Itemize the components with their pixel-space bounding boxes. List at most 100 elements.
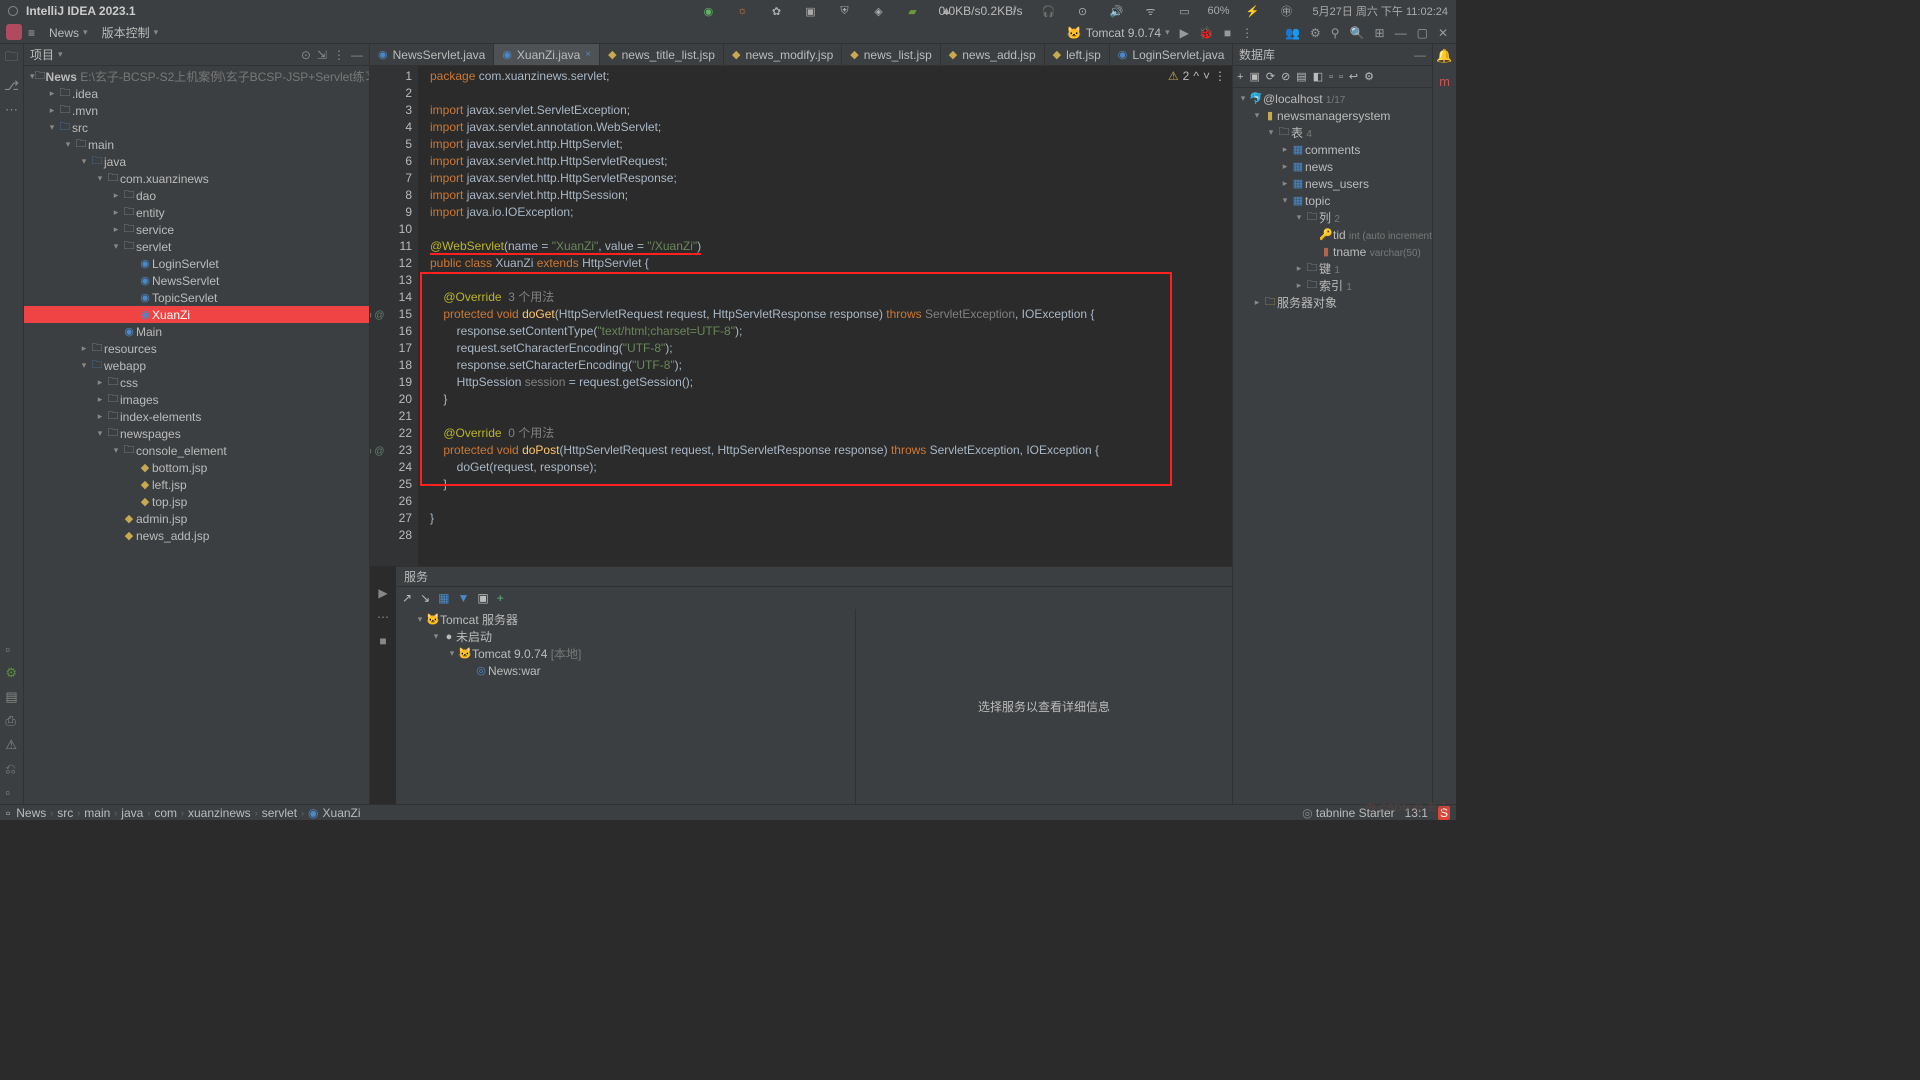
svc-grid-icon[interactable]: ▦: [438, 591, 449, 605]
build-icon[interactable]: ⚙: [5, 665, 17, 681]
ide-settings-icon[interactable]: ⚲: [1331, 26, 1340, 40]
project-panel: 项目▾ ⊙ ⇲ ⋮ — ▾🗀News E:\玄子-BCSP-S2上机案例\玄子B…: [24, 44, 370, 804]
sun-icon[interactable]: ☼: [734, 3, 750, 19]
vcs-icon[interactable]: ⎌: [5, 761, 17, 777]
db-back-icon[interactable]: ↩: [1349, 70, 1358, 83]
svc-run-icon[interactable]: ▶: [378, 586, 387, 600]
svc-debug-icon[interactable]: ⋯: [377, 610, 389, 624]
bookmarks-icon[interactable]: ▫: [5, 642, 17, 657]
menu-vcs[interactable]: 版本控制▾: [102, 24, 159, 41]
hide-icon[interactable]: ▫: [5, 785, 17, 800]
stop-button[interactable]: ■: [1224, 26, 1231, 40]
settings-icon[interactable]: ⚙: [1310, 26, 1321, 40]
highlight-box: [420, 272, 1172, 486]
wifi-icon[interactable]: ᯤ: [1142, 3, 1158, 19]
breadcrumb[interactable]: News› src› main› java› com› xuanzinews› …: [16, 806, 360, 820]
services-panel: 服务 ↗ ↘ ▦ ▼ ▣ + ▾🐱Tomcat 服务器 ▾●未启动 ▾🐱Tomc…: [396, 566, 1232, 804]
expand-all-icon[interactable]: ⇲: [317, 48, 327, 62]
problems-icon[interactable]: ⚠: [5, 737, 17, 753]
tab-1[interactable]: ◉XuanZi.java×: [494, 44, 600, 66]
svc-expand-icon[interactable]: ↗: [402, 591, 412, 605]
commit-tool-icon[interactable]: ⎇: [4, 78, 19, 94]
tool-windows-icon[interactable]: ▫: [6, 806, 10, 820]
tab-6[interactable]: ◆left.jsp: [1045, 44, 1110, 66]
db-add-icon[interactable]: +: [1237, 71, 1243, 83]
structure-tool-icon[interactable]: ⋯: [5, 102, 18, 118]
tab-2[interactable]: ◆news_title_list.jsp: [600, 44, 724, 66]
tab-3[interactable]: ◆news_modify.jsp: [724, 44, 842, 66]
cube-icon[interactable]: ◈: [870, 3, 886, 19]
services-icon[interactable]: ▤: [5, 689, 17, 705]
watermark: 中 CSDN @ 玄子: [1366, 799, 1448, 814]
ime-icon[interactable]: ㊥: [1278, 3, 1294, 19]
tool-window-icon[interactable]: ⊞: [1375, 26, 1385, 40]
db-hide-icon[interactable]: —: [1414, 48, 1426, 62]
db-stop-icon[interactable]: ⊘: [1281, 70, 1290, 83]
svc-add-icon[interactable]: +: [497, 591, 504, 605]
svc-filter-icon[interactable]: ▼: [457, 591, 469, 605]
tab-4[interactable]: ◆news_list.jsp: [842, 44, 941, 66]
close-icon[interactable]: ✕: [1438, 26, 1448, 40]
more-actions-icon[interactable]: ⋮: [1241, 26, 1253, 40]
hamburger-icon[interactable]: ≡: [28, 26, 35, 40]
notifications-icon[interactable]: 🔔: [1436, 48, 1452, 64]
maven-icon[interactable]: m: [1439, 74, 1450, 89]
terminal-icon[interactable]: ⎙: [5, 713, 17, 729]
hide-panel-icon[interactable]: —: [351, 48, 363, 62]
system-tray: ◉ ☼ ✿ ▣ ⛨ ◈ ▰ ▲ 0.0KB/s0.2KB/s ᚼ 🎧 ⊙ 🔊 ᯤ…: [692, 3, 1448, 19]
screenshot-icon[interactable]: ▣: [802, 3, 818, 19]
svc-group-icon[interactable]: ▣: [477, 591, 488, 605]
tab-5[interactable]: ◆news_add.jsp: [941, 44, 1045, 66]
battery-pct: 60%: [1210, 3, 1226, 19]
inspection-widget[interactable]: ⚠2^˅⋮: [1168, 68, 1226, 85]
db-diag-icon[interactable]: ◧: [1313, 70, 1323, 83]
select-opened-icon[interactable]: ⊙: [301, 48, 311, 62]
services-detail: 选择服务以查看详细信息: [856, 609, 1232, 804]
mic-icon[interactable]: ⊙: [1074, 3, 1090, 19]
project-tool-icon[interactable]: 🗀: [5, 48, 18, 70]
titlebar: IntelliJ IDEA 2023.1 ◉ ☼ ✿ ▣ ⛨ ◈ ▰ ▲ 0.0…: [0, 0, 1456, 22]
status-bar: ▫ News› src› main› java› com› xuanzinews…: [0, 804, 1456, 820]
run-config[interactable]: 🐱Tomcat 9.0.74▾: [1067, 26, 1170, 40]
headphone-icon[interactable]: 🎧: [1040, 3, 1056, 19]
maximize-icon[interactable]: ▢: [1417, 26, 1428, 40]
cwm-icon[interactable]: 👥: [1285, 26, 1300, 40]
database-panel: 数据库 — + ▣ ⟳ ⊘ ▤ ◧ ▫ ▫ ↩ ⚙ ▾🐬@localhost 1/…: [1232, 44, 1432, 804]
search-icon[interactable]: 🔍: [1350, 26, 1365, 40]
collapse-all-icon[interactable]: ⋮: [333, 48, 345, 62]
db-refresh-icon[interactable]: ⟳: [1266, 70, 1275, 83]
code-area[interactable]: ⚠2^˅⋮ package com.xuanzinews.servlet; im…: [418, 66, 1232, 566]
right-tool-strip: 🔔 m: [1432, 44, 1456, 804]
svc-collapse-icon[interactable]: ↘: [420, 591, 430, 605]
db-ds-icon[interactable]: ▣: [1249, 70, 1259, 83]
services-header: 服务: [396, 567, 1232, 587]
gutter[interactable]: 1234567891011121314 o @1516171819202122 …: [370, 66, 418, 566]
db-settings-icon[interactable]: ⚙: [1364, 70, 1374, 83]
app-icon[interactable]: ✿: [768, 3, 784, 19]
shield-icon[interactable]: ⛨: [836, 3, 852, 19]
db-more1-icon[interactable]: ▫: [1329, 71, 1333, 83]
db-tree[interactable]: ▾🐬@localhost 1/17 ▾▮newsmanagersystem ▾🗀…: [1233, 88, 1432, 804]
run-button[interactable]: ▶: [1180, 26, 1189, 40]
project-icon[interactable]: [6, 24, 22, 40]
speaker-icon[interactable]: 🔊: [1108, 3, 1124, 19]
wechat-icon[interactable]: ◉: [700, 3, 716, 19]
project-title: 项目: [30, 46, 54, 63]
menu-news[interactable]: News▾: [49, 26, 88, 40]
project-tree[interactable]: ▾🗀News E:\玄子-BCSP-S2上机案例\玄子BCSP-JSP+Serv…: [24, 66, 369, 804]
svc-stop-icon[interactable]: ■: [379, 634, 386, 648]
tab-7[interactable]: ◉LoginServlet.java: [1110, 44, 1232, 66]
bluetooth-icon[interactable]: ᚼ: [1006, 3, 1022, 19]
battery-icon[interactable]: ▭: [1176, 3, 1192, 19]
db-more2-icon[interactable]: ▫: [1339, 71, 1343, 83]
editor-tabs[interactable]: ◉NewsServlet.java ◉XuanZi.java× ◆news_ti…: [370, 44, 1232, 66]
debug-button[interactable]: 🐞: [1199, 26, 1214, 40]
power-icon[interactable]: ⚡: [1244, 3, 1260, 19]
services-tree[interactable]: ▾🐱Tomcat 服务器 ▾●未启动 ▾🐱Tomcat 9.0.74 [本地] …: [396, 609, 856, 804]
window-control-icon[interactable]: [8, 6, 18, 16]
db-title: 数据库: [1239, 46, 1275, 63]
db-console-icon[interactable]: ▤: [1296, 70, 1306, 83]
tab-0[interactable]: ◉NewsServlet.java: [370, 44, 494, 66]
minimize-icon[interactable]: —: [1395, 26, 1407, 40]
nvidia-icon[interactable]: ▰: [904, 3, 920, 19]
